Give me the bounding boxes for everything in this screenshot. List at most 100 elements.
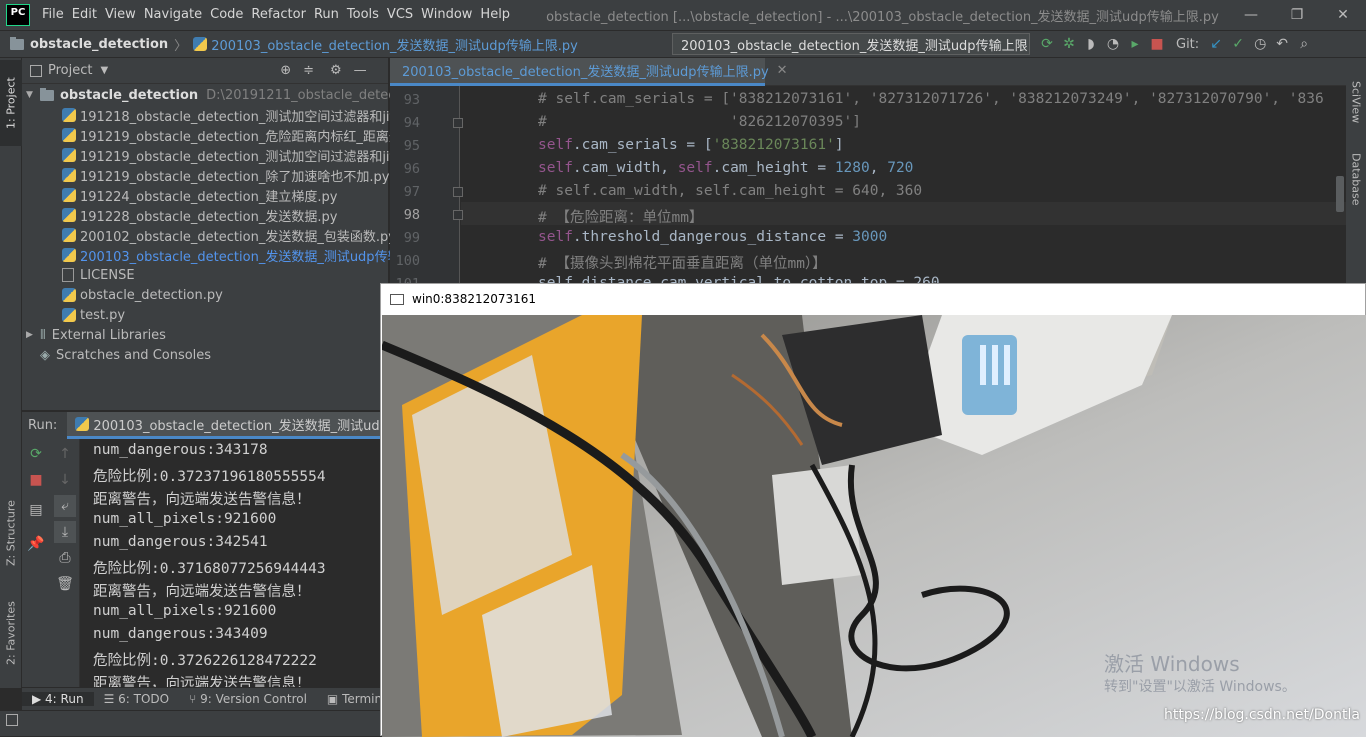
code-line-93: # self.cam_serials = ['838212073161', '8…	[538, 91, 1324, 107]
scroll-down-icon[interactable]: ↓	[54, 469, 76, 491]
pin-icon[interactable]: 📌	[25, 533, 47, 555]
scroll-up-icon[interactable]: ↑	[54, 443, 76, 465]
menu-tools[interactable]: Tools	[343, 0, 383, 30]
python-file-icon	[62, 148, 76, 162]
gear-icon[interactable]: ⚙	[330, 63, 342, 78]
git-update-icon[interactable]: ↙	[1205, 33, 1227, 55]
tree-external-libraries[interactable]: ▶ ⦀ External Libraries	[26, 325, 166, 345]
tree-root-folder[interactable]: ▼ obstacle_detection D:\20191211_obstacl…	[26, 85, 441, 105]
python-file-icon	[62, 208, 76, 222]
opencv-window-titlebar[interactable]: win0:838212073161	[381, 284, 1365, 314]
coverage-icon[interactable]: ◗	[1080, 33, 1102, 55]
search-icon[interactable]: ⌕	[1293, 33, 1315, 55]
right-tool-strip: SciView Database	[1346, 58, 1366, 288]
console-line: num_dangerous:343178	[93, 442, 268, 458]
tree-file[interactable]: 191218_obstacle_detection_测试加空间过滤器和jit加速…	[62, 105, 434, 125]
tab-version-control[interactable]: ⑂ 9: Version Control	[179, 692, 317, 706]
line-number: 98	[403, 207, 420, 223]
git-commit-icon[interactable]: ✓	[1227, 33, 1249, 55]
root-folder-label: obstacle_detection	[60, 87, 199, 103]
breadcrumb-project[interactable]: obstacle_detection	[0, 36, 168, 52]
status-toggle-icon[interactable]	[6, 714, 18, 726]
soft-wrap-icon[interactable]: ⤶	[54, 495, 76, 517]
menu-file[interactable]: File	[38, 0, 68, 30]
python-file-icon	[62, 128, 76, 142]
stop-icon[interactable]: ■	[1146, 33, 1168, 55]
console-output[interactable]: num_dangerous:343178 危险比例:0.372371961805…	[80, 439, 380, 687]
tab-terminal[interactable]: ▣ Terminal	[317, 692, 380, 706]
structure-tool-tab[interactable]: Z: Structure	[0, 488, 22, 578]
python-file-icon	[75, 417, 90, 431]
close-tab-icon[interactable]: ✕	[777, 63, 788, 78]
project-panel-title[interactable]: Project	[48, 63, 92, 78]
tree-file[interactable]: 191224_obstacle_detection_建立梯度.py	[62, 185, 337, 205]
tree-file[interactable]: 191228_obstacle_detection_发送数据.py	[62, 205, 337, 225]
sciview-tool-tab[interactable]: SciView	[1346, 72, 1366, 132]
scroll-to-end-icon[interactable]: ⤓	[54, 521, 76, 543]
fold-marker-icon[interactable]	[453, 187, 463, 197]
minimize-button[interactable]: —	[1228, 0, 1274, 30]
close-button[interactable]: ✕	[1320, 0, 1366, 30]
project-tool-tab[interactable]: 1: Project	[0, 60, 22, 146]
tree-scratches[interactable]: ◈ Scratches and Consoles	[40, 345, 211, 365]
menu-window[interactable]: Window	[417, 0, 476, 30]
run-toolbar: ⟳ ■ ▤ 📌	[22, 439, 50, 687]
tree-file[interactable]: 191219_obstacle_detection_危险距离内标红_距离外标绿	[62, 125, 428, 145]
code-token: .cam_width,	[572, 160, 678, 176]
breadcrumb-file[interactable]: 200103_obstacle_detection_发送数据_测试udp传输上限…	[193, 35, 578, 54]
maximize-button[interactable]: ❐	[1274, 0, 1320, 30]
rerun-icon[interactable]: ⟳	[25, 443, 47, 465]
locate-icon[interactable]: ⊕	[280, 63, 291, 78]
editor-tab[interactable]: 200103_obstacle_detection_发送数据_测试udp传输上限…	[390, 58, 788, 86]
hide-icon[interactable]: —	[354, 63, 367, 78]
editor-scrollbar[interactable]	[1336, 176, 1344, 212]
stop-icon[interactable]: ■	[25, 469, 47, 491]
fold-marker-icon[interactable]	[453, 210, 463, 220]
menu-refactor[interactable]: Refactor	[247, 0, 310, 30]
menu-edit[interactable]: Edit	[68, 0, 101, 30]
database-tool-tab[interactable]: Database	[1346, 144, 1366, 214]
debug-icon[interactable]: ✲	[1058, 33, 1080, 55]
profile-icon[interactable]: ◔	[1102, 33, 1124, 55]
collapse-icon[interactable]: ≑	[303, 63, 314, 78]
menu-navigate[interactable]: Navigate	[140, 0, 206, 30]
run-tab[interactable]: 200103_obstacle_detection_发送数据_测试ud... ✕	[67, 412, 417, 439]
favorites-tool-tab[interactable]: 2: Favorites	[0, 588, 22, 678]
tree-file[interactable]: obstacle_detection.py	[62, 285, 223, 305]
tree-file[interactable]: LICENSE	[62, 265, 135, 285]
folder-icon	[10, 36, 24, 50]
print-icon[interactable]: ⎙	[54, 547, 76, 569]
tree-file[interactable]: 200102_obstacle_detection_发送数据_包装函数.py	[62, 225, 396, 245]
tree-file[interactable]: 191219_obstacle_detection_测试加空间过滤器和jit加速…	[62, 145, 434, 165]
rerun-icon[interactable]: ⟳	[1036, 33, 1058, 55]
code-token: ,	[869, 160, 888, 176]
library-icon: ⦀	[40, 327, 46, 343]
console-line: 距离警告，向远端发送告警信息！	[93, 584, 311, 600]
tree-file[interactable]: test.py	[62, 305, 125, 325]
revert-icon[interactable]: ↶	[1271, 33, 1293, 55]
fold-marker-icon[interactable]	[453, 118, 463, 128]
layout-icon[interactable]: ▤	[25, 499, 47, 521]
chevron-down-icon[interactable]: ▼	[100, 65, 108, 76]
project-view-icon	[30, 64, 42, 77]
menu-code[interactable]: Code	[206, 0, 247, 30]
menu-view[interactable]: View	[101, 0, 140, 30]
concurrency-icon[interactable]: ▸	[1124, 33, 1146, 55]
console-line: 危险比例:0.37168077256944443	[93, 561, 326, 577]
tree-file-label: 200102_obstacle_detection_发送数据_包装函数.py	[80, 229, 396, 245]
tree-file-selected[interactable]: 200103_obstacle_detection_发送数据_测试udp传输上限…	[62, 245, 431, 265]
tree-file[interactable]: 191219_obstacle_detection_除了加速啥也不加.py	[62, 165, 389, 185]
tab-todo[interactable]: ☰ 6: TODO	[94, 692, 180, 706]
code-editor[interactable]: 93 94 95 96 97 98 99 100 101 # self.cam_…	[390, 86, 1346, 292]
code-token: 3000	[852, 229, 888, 245]
window-title: obstacle_detection [...\obstacle_detecti…	[546, 9, 1219, 25]
tab-terminal-label: Terminal	[342, 692, 380, 706]
trash-icon[interactable]: 🗑	[54, 573, 76, 595]
menu-run[interactable]: Run	[310, 0, 343, 30]
history-icon[interactable]: ◷	[1249, 33, 1271, 55]
menu-help[interactable]: Help	[476, 0, 514, 30]
menu-vcs[interactable]: VCS	[383, 0, 417, 30]
run-configuration-select[interactable]: 200103_obstacle_detection_发送数据_测试udp传输上限…	[672, 33, 1030, 55]
tree-file-label: test.py	[80, 307, 126, 323]
tab-run[interactable]: ▶ 4: Run	[22, 692, 94, 706]
